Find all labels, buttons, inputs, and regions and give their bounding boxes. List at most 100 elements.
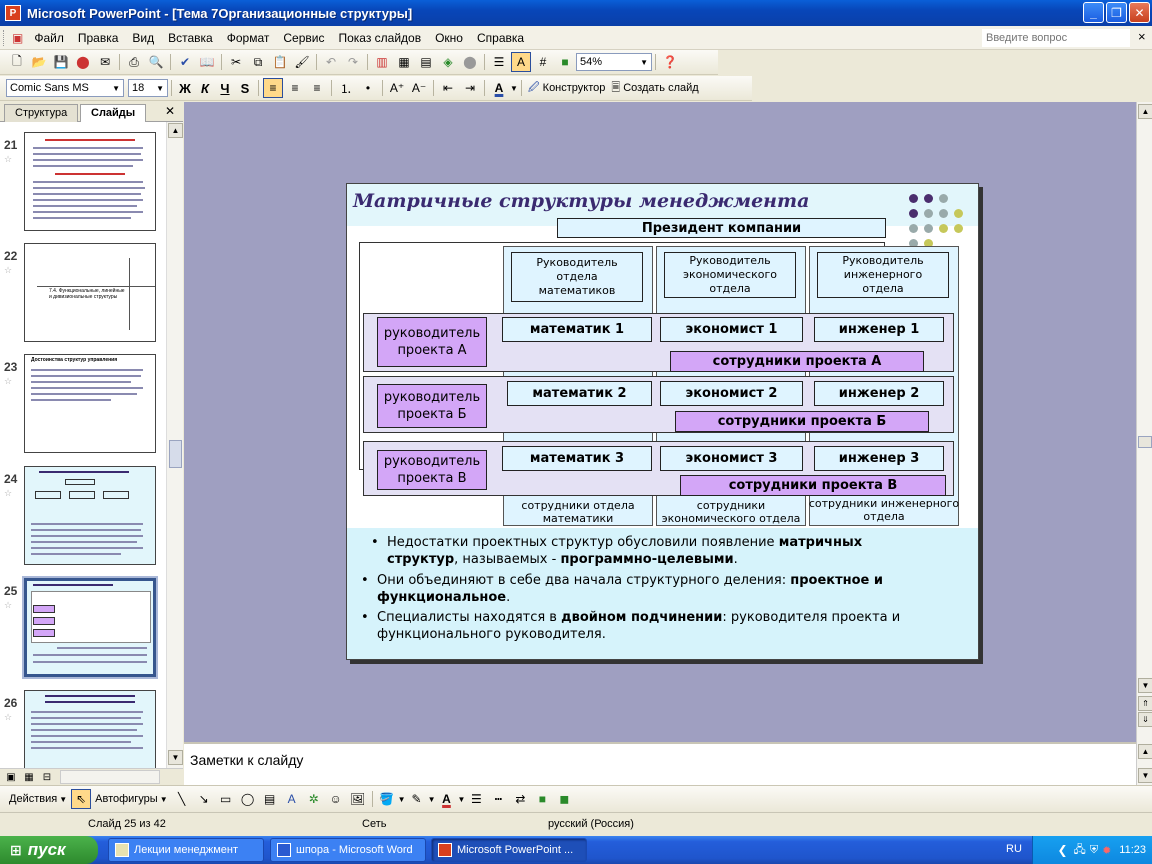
member-econ-1[interactable]: экономист 1 xyxy=(660,317,803,342)
font-combo[interactable]: Comic Sans MS ▼ xyxy=(6,79,124,97)
help-icon[interactable]: ❓ xyxy=(660,52,680,72)
menu-help[interactable]: Справка xyxy=(470,29,531,47)
next-slide-icon[interactable]: ⇓ xyxy=(1138,712,1152,727)
normal-view-icon[interactable]: ▣ xyxy=(3,770,19,784)
close-button[interactable]: ✕ xyxy=(1129,2,1150,23)
president-box[interactable]: Президент компании xyxy=(557,218,886,238)
underline-button[interactable]: Ч xyxy=(215,81,235,96)
slide-thumbnail-24[interactable] xyxy=(24,466,156,565)
slideshow-icon[interactable]: ⊟ xyxy=(39,770,55,784)
member-econ-3[interactable]: экономист 3 xyxy=(660,446,803,471)
slide-thumbnail-21[interactable] xyxy=(24,132,156,231)
select-objects-icon[interactable]: ⇖ xyxy=(71,789,92,809)
menu-insert[interactable]: Вставка xyxy=(161,29,220,47)
slide-thumbnail-26[interactable] xyxy=(24,690,156,768)
member-eng-1[interactable]: инженер 1 xyxy=(814,317,944,342)
textbox-icon[interactable]: ▤ xyxy=(260,789,280,809)
rectangle-icon[interactable]: ▭ xyxy=(216,789,236,809)
show-grid-icon[interactable]: # xyxy=(533,52,553,72)
chevron-down-icon[interactable]: ▼ xyxy=(428,795,436,804)
chevron-down-icon[interactable]: ▼ xyxy=(510,84,518,93)
increase-indent-icon[interactable]: ⇥ xyxy=(460,78,480,98)
show-formatting-icon[interactable]: A xyxy=(511,52,531,72)
menu-edit[interactable]: Правка xyxy=(71,29,126,47)
font-color-icon[interactable]: A xyxy=(489,78,509,98)
italic-button[interactable]: К xyxy=(195,81,215,96)
dept-staff-econ[interactable]: сотрудники экономического отдела xyxy=(656,499,806,525)
member-econ-2[interactable]: экономист 2 xyxy=(660,381,803,406)
powerpoint-app-icon[interactable]: P xyxy=(5,5,21,21)
open-icon[interactable]: 📂 xyxy=(29,52,49,72)
ask-question-input[interactable] xyxy=(982,29,1130,47)
menu-format[interactable]: Формат xyxy=(220,29,277,47)
new-icon[interactable]: 🗋 xyxy=(7,52,27,72)
close-document-button[interactable]: × xyxy=(1138,29,1146,44)
maximize-button[interactable]: ❐ xyxy=(1106,2,1127,23)
scroll-thumb[interactable] xyxy=(1138,436,1152,448)
project-head-a[interactable]: руководитель проекта А xyxy=(377,317,487,367)
actions-menu[interactable]: Действия ▼ xyxy=(6,793,70,805)
numbering-icon[interactable]: ⒈ xyxy=(336,78,356,98)
line-color-icon[interactable]: ✎ xyxy=(407,789,427,809)
scroll-down-icon[interactable]: ▼ xyxy=(1138,678,1152,693)
menu-grip[interactable] xyxy=(3,29,6,46)
tab-slides[interactable]: Слайды xyxy=(80,104,147,122)
project-head-b[interactable]: руководитель проекта Б xyxy=(377,384,487,428)
arrow-icon[interactable]: ↘ xyxy=(194,789,214,809)
notes-pane[interactable]: Заметки к слайду xyxy=(184,742,1136,785)
chevron-down-icon[interactable]: ▼ xyxy=(457,795,465,804)
cut-icon[interactable]: ✂ xyxy=(226,52,246,72)
oval-icon[interactable]: ◯ xyxy=(238,789,258,809)
dept-head-eng[interactable]: Руководитель инженерного отдела xyxy=(817,252,949,298)
wordart-icon[interactable]: A xyxy=(282,789,302,809)
scroll-up-icon[interactable]: ▲ xyxy=(1138,104,1152,119)
input-language[interactable]: RU xyxy=(1006,843,1022,855)
research-icon[interactable]: 📖 xyxy=(197,52,217,72)
align-center-icon[interactable]: ≡ xyxy=(285,78,305,98)
expand-all-icon[interactable]: ☰ xyxy=(489,52,509,72)
slide-scrollbar[interactable]: ▲ ▼ ⇑ ⇓ xyxy=(1136,102,1152,742)
panel-close-button[interactable]: ✕ xyxy=(165,104,175,118)
shadow-style-icon[interactable]: ■ xyxy=(532,789,552,809)
zoom-combo[interactable]: 54% ▼ xyxy=(576,53,652,71)
bullets-icon[interactable]: • xyxy=(358,78,378,98)
insert-diagram-icon[interactable]: ◈ xyxy=(438,52,458,72)
chevron-down-icon[interactable]: ▼ xyxy=(398,795,406,804)
autoshapes-menu[interactable]: Автофигуры ▼ xyxy=(92,793,171,805)
scroll-up-icon[interactable]: ▲ xyxy=(168,123,183,138)
new-slide-button[interactable]: 🗏 Создать слайд xyxy=(608,79,701,98)
line-icon[interactable]: ╲ xyxy=(172,789,192,809)
minimize-button[interactable]: _ xyxy=(1083,2,1104,23)
menu-file[interactable]: Файл xyxy=(27,29,71,47)
insert-chart-icon[interactable]: ▥ xyxy=(372,52,392,72)
shadow-button[interactable]: S xyxy=(235,81,255,96)
align-left-icon[interactable]: ≡ xyxy=(263,78,283,98)
previous-slide-icon[interactable]: ⇑ xyxy=(1138,696,1152,711)
tab-outline[interactable]: Структура xyxy=(4,104,79,122)
security-icon[interactable]: ✹ xyxy=(1102,844,1111,857)
scroll-up-icon[interactable]: ▲ xyxy=(1138,744,1152,759)
font-color-icon[interactable]: A xyxy=(436,789,456,809)
slide-title[interactable]: Матричные структуры менеджмента xyxy=(353,190,809,212)
slide-sorter-icon[interactable]: ▦ xyxy=(21,770,37,784)
insert-table-icon[interactable]: ▦ xyxy=(394,52,414,72)
member-math-3[interactable]: математик 3 xyxy=(502,446,652,471)
menu-tools[interactable]: Сервис xyxy=(276,29,331,47)
decrease-font-icon[interactable]: A⁻ xyxy=(409,78,429,98)
start-button[interactable]: ⊞ пуск xyxy=(0,836,98,864)
scroll-down-icon[interactable]: ▼ xyxy=(1138,768,1152,783)
save-icon[interactable]: 💾 xyxy=(51,52,71,72)
bold-button[interactable]: Ж xyxy=(175,81,195,96)
member-math-1[interactable]: математик 1 xyxy=(502,317,652,342)
dept-head-math[interactable]: Руководитель отдела математиков xyxy=(511,252,643,302)
network-icon[interactable]: 🖧 xyxy=(1074,841,1086,860)
format-painter-icon[interactable]: 🖌 xyxy=(292,52,312,72)
picture-icon[interactable]: 🖼 xyxy=(348,789,368,809)
project-head-v[interactable]: руководитель проекта В xyxy=(377,450,487,490)
fill-color-icon[interactable]: 🪣 xyxy=(377,789,397,809)
project-staff-v[interactable]: сотрудники проекта В xyxy=(680,475,946,496)
tray-arrow-icon[interactable]: ❮ xyxy=(1057,843,1067,857)
project-staff-b[interactable]: сотрудники проекта Б xyxy=(675,411,929,432)
thumbnail-scrollbar[interactable]: ▲ ▼ xyxy=(166,122,183,768)
arrow-style-icon[interactable]: ⇄ xyxy=(510,789,530,809)
